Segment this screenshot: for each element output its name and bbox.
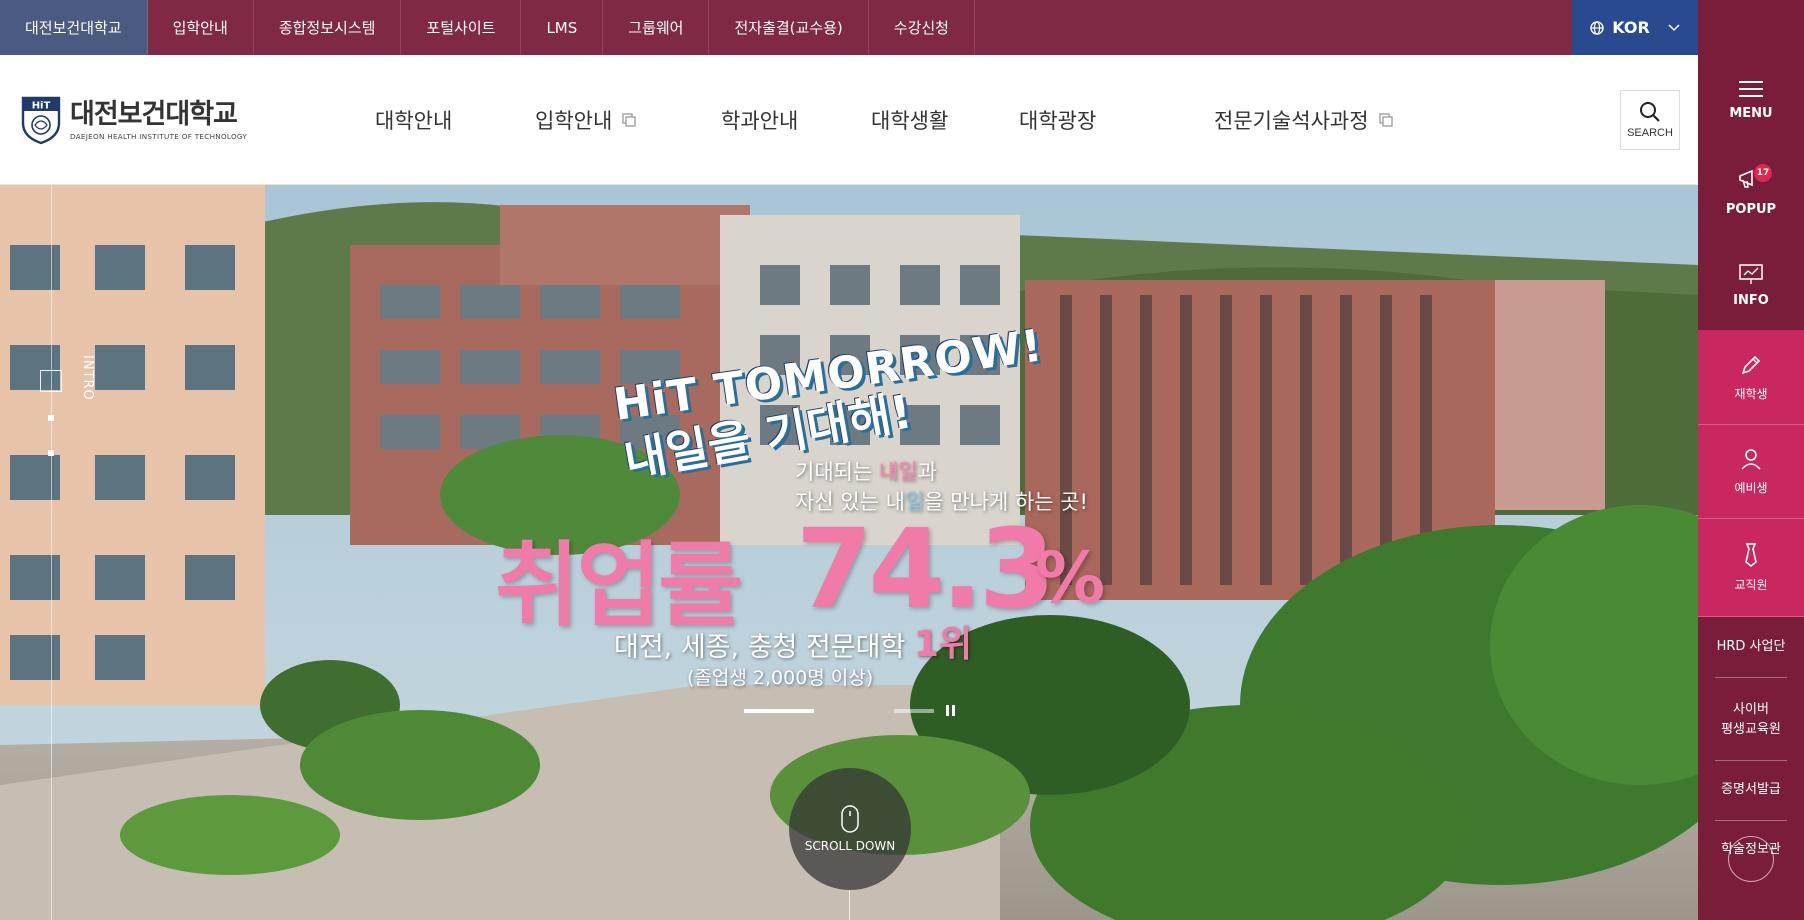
user-icon bbox=[1741, 449, 1761, 470]
link-hrd[interactable]: HRD 사업단 bbox=[1698, 627, 1804, 667]
main-navigation: 대학안내 입학안내 학과안내 대학생활 대학광장 전문기술석사과정 bbox=[0, 55, 1698, 185]
employment-rate-value: 74.3 bbox=[796, 505, 1055, 633]
nav-campus-life-label: 대학생활 bbox=[871, 109, 949, 133]
nav-square-label: 대학광장 bbox=[1019, 109, 1097, 133]
menu-label: MENU bbox=[1729, 105, 1773, 121]
nav-campus-life[interactable]: 대학생활 bbox=[871, 55, 948, 185]
slide-indicator-active[interactable] bbox=[744, 708, 814, 713]
topbar-link-info-system[interactable]: 종합정보시스템 bbox=[254, 0, 402, 55]
quick-link-prospective[interactable]: 예비생 bbox=[1698, 425, 1804, 519]
employment-rate-unit: % bbox=[1035, 537, 1106, 619]
quick-link-staff-label: 교직원 bbox=[1734, 578, 1768, 592]
topbar-link-admission[interactable]: 입학안내 bbox=[148, 0, 254, 55]
site-header: HiT 대전보건대학교 DAEJEON HEALTH INSTITUTE OF … bbox=[0, 55, 1698, 185]
info-label: INFO bbox=[1733, 292, 1769, 308]
link-cyber-education[interactable]: 사이버 평생교육원 bbox=[1698, 690, 1804, 750]
presentation-chart-icon bbox=[1739, 263, 1763, 284]
chevron-down-icon bbox=[1668, 23, 1680, 31]
scroll-top-circle[interactable] bbox=[1728, 836, 1774, 882]
slide-indicator[interactable] bbox=[894, 708, 934, 713]
intro-guide-line bbox=[51, 185, 52, 920]
search-button[interactable]: SEARCH bbox=[1620, 90, 1680, 150]
sidebar-divider bbox=[1715, 820, 1787, 821]
topbar-link-groupware[interactable]: 그룹웨어 bbox=[603, 0, 710, 55]
topbar-link-course-registration[interactable]: 수강신청 bbox=[869, 0, 975, 55]
quick-sidebar: MENU 17 POPUP INFO 재학생 예비생 교직원 HRD 사업단 사… bbox=[1698, 0, 1804, 920]
globe-icon bbox=[1590, 20, 1604, 35]
search-icon bbox=[1640, 102, 1660, 122]
sidebar-divider bbox=[1715, 760, 1787, 761]
nav-about[interactable]: 대학안내 bbox=[375, 55, 452, 185]
tie-icon bbox=[1745, 543, 1757, 568]
quick-link-students-label: 재학생 bbox=[1734, 386, 1768, 401]
slide-pager bbox=[744, 705, 955, 716]
nav-masters-course-label: 전문기술석사과정 bbox=[1214, 109, 1369, 133]
nav-about-label: 대학안내 bbox=[375, 109, 453, 133]
quick-link-students[interactable]: 재학생 bbox=[1698, 330, 1804, 425]
topbar-link-home[interactable]: 대전보건대학교 bbox=[0, 0, 148, 55]
info-button[interactable]: INFO bbox=[1698, 253, 1804, 317]
scroll-guide-line bbox=[849, 890, 850, 920]
scroll-down-button[interactable]: SCROLL DOWN bbox=[789, 768, 911, 890]
section-indicator-dot[interactable] bbox=[48, 415, 54, 421]
topbar-link-lms[interactable]: LMS bbox=[521, 0, 604, 55]
nav-admission-label: 입학안내 bbox=[535, 109, 613, 133]
nav-masters-course[interactable]: 전문기술석사과정 bbox=[1214, 55, 1393, 185]
pen-icon bbox=[1741, 355, 1761, 374]
hamburger-icon bbox=[1739, 80, 1763, 97]
nav-departments[interactable]: 학과안내 bbox=[721, 55, 798, 185]
popup-count-badge: 17 bbox=[1754, 163, 1772, 182]
pause-icon[interactable] bbox=[946, 705, 955, 716]
topbar-link-portal[interactable]: 포털사이트 bbox=[401, 0, 522, 55]
topbar-link-attendance[interactable]: 전자출결(교수용) bbox=[709, 0, 869, 55]
nav-square[interactable]: 대학광장 bbox=[1019, 55, 1096, 185]
ranking-number: 1위 bbox=[913, 624, 973, 665]
quick-link-prospective-label: 예비생 bbox=[1734, 481, 1768, 495]
quick-link-staff[interactable]: 교직원 bbox=[1698, 519, 1804, 617]
section-indicator-dot[interactable] bbox=[48, 450, 54, 456]
hero-banner: INTRO HiT TOMORROW! 내일을 기대해! 기대되는 내일과 자신… bbox=[0, 185, 1698, 920]
external-link-icon bbox=[622, 113, 636, 127]
menu-button[interactable]: MENU bbox=[1698, 70, 1804, 130]
ranking-note: (졸업생 2,000명 이상) bbox=[687, 667, 874, 689]
link-certificate[interactable]: 증명서발급 bbox=[1698, 770, 1804, 810]
section-indicator-active[interactable] bbox=[40, 370, 62, 392]
nav-admission[interactable]: 입학안내 bbox=[535, 55, 636, 185]
top-utility-bar: 대전보건대학교 입학안내 종합정보시스템 포털사이트 LMS 그룹웨어 전자출결… bbox=[0, 0, 1698, 55]
mouse-icon bbox=[841, 805, 859, 833]
external-link-icon bbox=[1378, 113, 1393, 127]
scroll-down-label: SCROLL DOWN bbox=[804, 839, 896, 853]
ranking-text: 대전, 세종, 충청 전문대학 1위 bbox=[614, 624, 973, 665]
popup-label: POPUP bbox=[1725, 201, 1777, 217]
language-label: KOR bbox=[1612, 18, 1650, 37]
search-label: SEARCH bbox=[1627, 127, 1673, 139]
sidebar-divider bbox=[1715, 677, 1787, 678]
popup-button[interactable]: 17 POPUP bbox=[1698, 160, 1804, 224]
language-select[interactable]: KOR bbox=[1572, 0, 1698, 55]
nav-departments-label: 학과안내 bbox=[721, 109, 799, 133]
intro-label: INTRO bbox=[80, 355, 95, 401]
